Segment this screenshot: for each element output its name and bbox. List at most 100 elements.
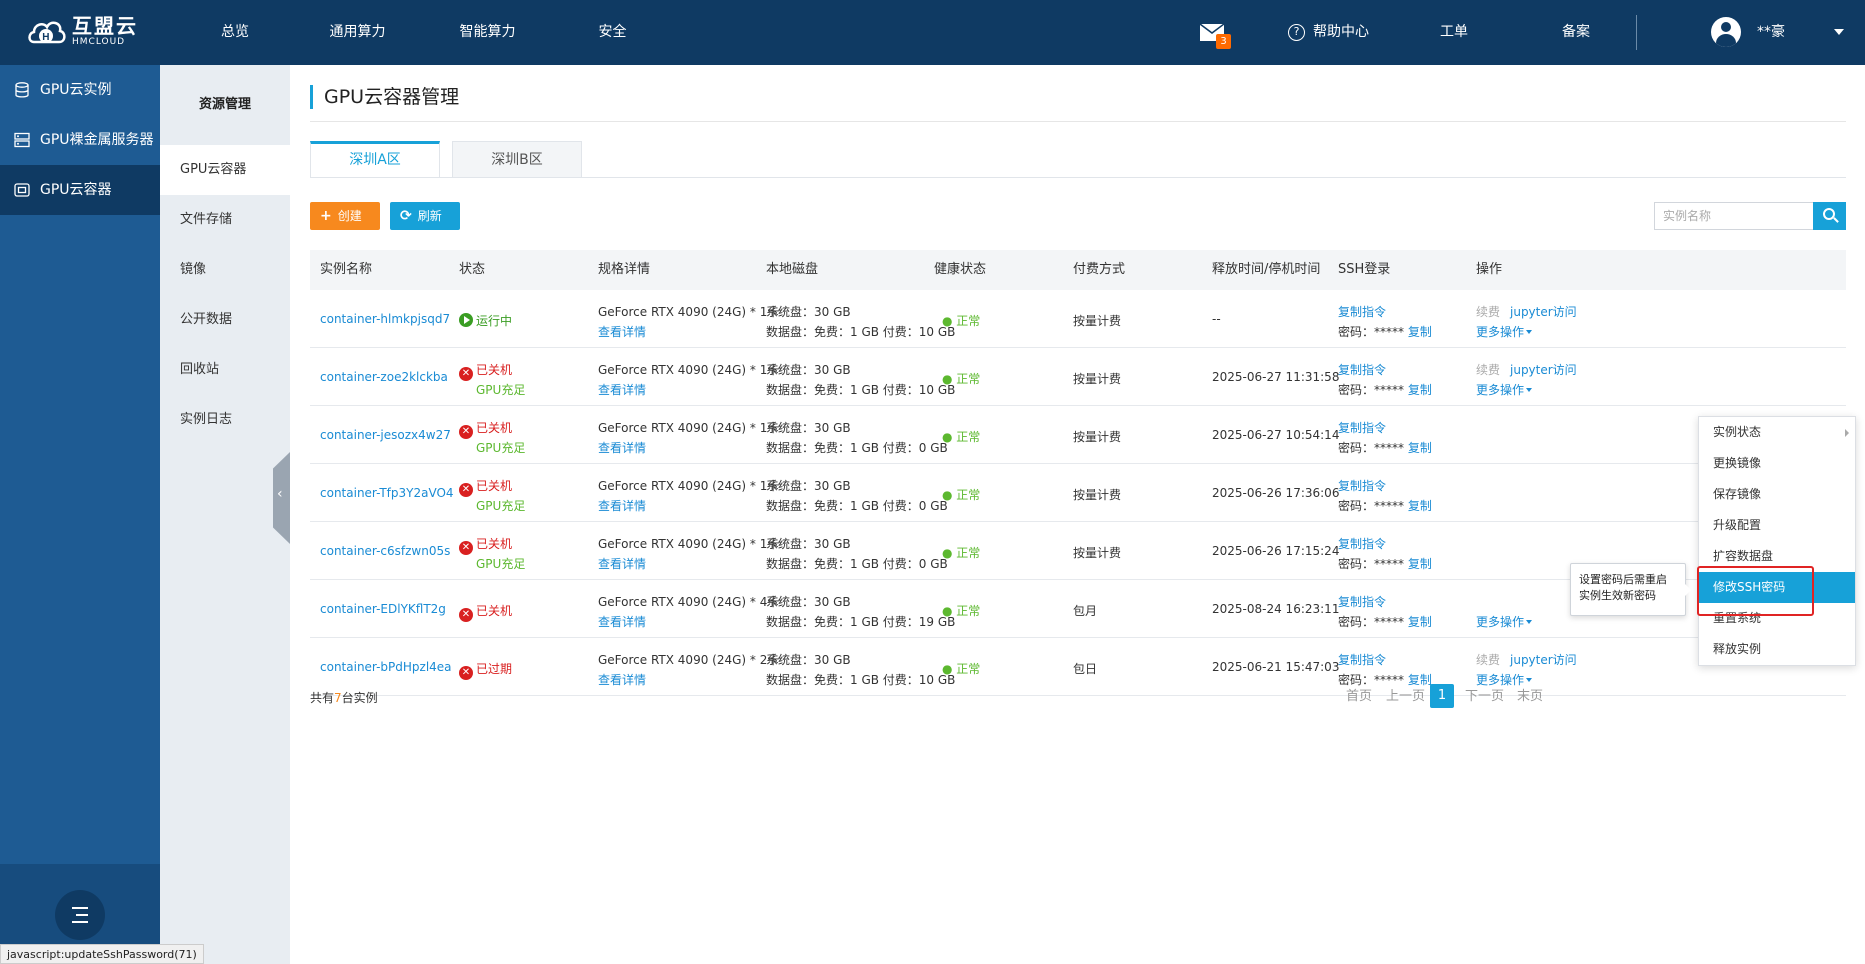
view-details-link[interactable]: 查看详情: [598, 439, 646, 456]
jupyter-access-link[interactable]: jupyter访问: [1510, 361, 1577, 378]
search-button[interactable]: [1813, 202, 1846, 230]
dropdown-item-upgrade[interactable]: 升级配置: [1699, 510, 1855, 541]
copy-command-link[interactable]: 复制指令: [1338, 651, 1386, 668]
view-details-link[interactable]: 查看详情: [598, 555, 646, 572]
pager-next[interactable]: 下一页: [1465, 685, 1504, 704]
data-disk: 数据盘：免费：1 GB 付费：0 GB: [766, 499, 948, 513]
col-header-disk: 本地磁盘: [766, 262, 819, 277]
col-header-status: 状态: [459, 262, 486, 277]
instance-name-link[interactable]: container-EDlYKflT2g: [320, 602, 446, 616]
renew-link[interactable]: 续费: [1476, 303, 1500, 320]
dropdown-item-save-image[interactable]: 保存镜像: [1699, 479, 1855, 510]
table-row: container-Tfp3Y2aVO4 ✕ 已关机 GPU充足 GeForce RTX…: [310, 464, 1846, 522]
dropdown-item-change-image[interactable]: 更换镜像: [1699, 448, 1855, 479]
instance-name-link[interactable]: container-jesozx4w27: [320, 428, 451, 442]
pager-last[interactable]: 末页: [1517, 685, 1543, 704]
copy-password-link[interactable]: 复制: [1408, 325, 1432, 339]
gpu-availability: GPU充足: [476, 499, 526, 513]
copy-password-link[interactable]: 复制: [1408, 441, 1432, 455]
copy-password-link[interactable]: 复制: [1408, 383, 1432, 397]
health-status: ● 正常: [942, 662, 981, 676]
view-details-link[interactable]: 查看详情: [598, 323, 646, 340]
release-time: 2025-06-21 15:47:03: [1212, 660, 1340, 674]
subside-item-public-data[interactable]: 公开数据: [160, 295, 290, 345]
copy-command-link[interactable]: 复制指令: [1338, 303, 1386, 320]
dropdown-item-instance-status[interactable]: 实例状态: [1699, 417, 1855, 448]
system-disk: 系统盘：30 GB: [766, 305, 851, 319]
topnav-general-compute[interactable]: 通用算力: [290, 0, 425, 65]
col-header-health: 健康状态: [934, 262, 987, 277]
sidebar-item-gpu-instance[interactable]: GPU云实例: [0, 65, 160, 115]
instance-name-link[interactable]: container-bPdHpzl4ea: [320, 660, 452, 674]
copy-password-link[interactable]: 复制: [1408, 499, 1432, 513]
chevron-down-icon[interactable]: [1834, 29, 1844, 35]
tab-shenzhen-b[interactable]: 深圳B区: [452, 141, 582, 178]
subside-item-recycle-bin[interactable]: 回收站: [160, 345, 290, 395]
ticket-link[interactable]: 工单: [1440, 0, 1468, 65]
dropdown-item-release-instance[interactable]: 释放实例: [1699, 634, 1855, 665]
help-center-link[interactable]: ? 帮助中心: [1288, 0, 1369, 65]
copy-command-link[interactable]: 复制指令: [1338, 477, 1386, 494]
pager-first[interactable]: 首页: [1346, 685, 1372, 704]
topnav-ai-compute[interactable]: 智能算力: [425, 0, 550, 65]
menu-collapse-icon[interactable]: [55, 890, 105, 940]
chevron-down-icon: [1526, 330, 1533, 334]
pager-prev[interactable]: 上一页: [1386, 685, 1425, 704]
jupyter-access-link[interactable]: jupyter访问: [1510, 303, 1577, 320]
instance-count: 共有7台实例: [310, 691, 378, 705]
col-header-billing: 付费方式: [1073, 262, 1126, 277]
ssh-password: 密码：***** 复制: [1338, 383, 1432, 397]
release-time: 2025-06-27 10:54:14: [1212, 428, 1340, 442]
instance-name-link[interactable]: container-c6sfzwn05s: [320, 544, 450, 558]
view-details-link[interactable]: 查看详情: [598, 613, 646, 630]
copy-password-link[interactable]: 复制: [1408, 615, 1432, 629]
instance-name-link[interactable]: container-Tfp3Y2aVO4: [320, 486, 454, 500]
tab-shenzhen-a[interactable]: 深圳A区: [310, 141, 440, 178]
username[interactable]: **豪: [1757, 0, 1785, 65]
copy-command-link[interactable]: 复制指令: [1338, 419, 1386, 436]
instance-name-link[interactable]: container-hlmkpjsqd7: [320, 312, 450, 326]
more-actions-dropdown: 实例状态 更换镜像 保存镜像 升级配置 扩容数据盘 修改SSH密码 重置系统 释…: [1698, 416, 1856, 666]
create-button[interactable]: + 创建: [310, 202, 380, 230]
view-details-link[interactable]: 查看详情: [598, 671, 646, 688]
copy-command-link[interactable]: 复制指令: [1338, 361, 1386, 378]
subside-item-file-storage[interactable]: 文件存储: [160, 195, 290, 245]
view-details-link[interactable]: 查看详情: [598, 497, 646, 514]
status-badge: ✕ 已关机: [459, 361, 512, 381]
table-header: 实例名称 状态 规格详情 本地磁盘 健康状态 付费方式 释放时间/停机时间 SS…: [310, 250, 1846, 290]
gpu-availability: GPU充足: [476, 383, 526, 397]
top-nav: 总览 通用算力 智能算力 安全: [180, 0, 675, 65]
pager-current[interactable]: 1: [1430, 684, 1454, 708]
jupyter-access-link[interactable]: jupyter访问: [1510, 651, 1577, 668]
system-disk: 系统盘：30 GB: [766, 537, 851, 551]
subside-item-gpu-container[interactable]: GPU云容器: [160, 145, 290, 195]
more-actions-button[interactable]: 更多操作: [1476, 381, 1533, 398]
health-status: ● 正常: [942, 430, 981, 444]
more-actions-button[interactable]: 更多操作: [1476, 323, 1533, 340]
logo[interactable]: H 互盟云 HMCLOUD: [26, 12, 138, 50]
renew-link[interactable]: 续费: [1476, 651, 1500, 668]
subside-item-image[interactable]: 镜像: [160, 245, 290, 295]
refresh-label: 刷新: [417, 209, 442, 223]
view-details-link[interactable]: 查看详情: [598, 381, 646, 398]
spec-text: GeForce RTX 4090 (24G) * 1卡: [598, 479, 780, 493]
sidebar-item-gpu-baremetal[interactable]: GPU裸金属服务器: [0, 115, 160, 165]
close-circle-icon: ✕: [459, 608, 473, 622]
sidebar-item-gpu-container[interactable]: GPU云容器: [0, 165, 160, 215]
release-time: 2025-06-26 17:36:06: [1212, 486, 1340, 500]
avatar[interactable]: [1711, 17, 1741, 47]
copy-password-link[interactable]: 复制: [1408, 557, 1432, 571]
copy-command-link[interactable]: 复制指令: [1338, 535, 1386, 552]
subside-item-instance-log[interactable]: 实例日志: [160, 395, 290, 445]
topnav-security[interactable]: 安全: [550, 0, 675, 65]
copy-command-link[interactable]: 复制指令: [1338, 593, 1386, 610]
more-actions-button[interactable]: 更多操作: [1476, 613, 1533, 630]
filing-link[interactable]: 备案: [1562, 0, 1590, 65]
release-time: 2025-06-27 11:31:58: [1212, 370, 1340, 384]
system-disk: 系统盘：30 GB: [766, 595, 851, 609]
renew-link[interactable]: 续费: [1476, 361, 1500, 378]
search-input[interactable]: [1654, 202, 1814, 230]
instance-name-link[interactable]: container-zoe2klckba: [320, 370, 448, 384]
topnav-overview[interactable]: 总览: [180, 0, 290, 65]
refresh-button[interactable]: ⟳ 刷新: [390, 202, 460, 230]
